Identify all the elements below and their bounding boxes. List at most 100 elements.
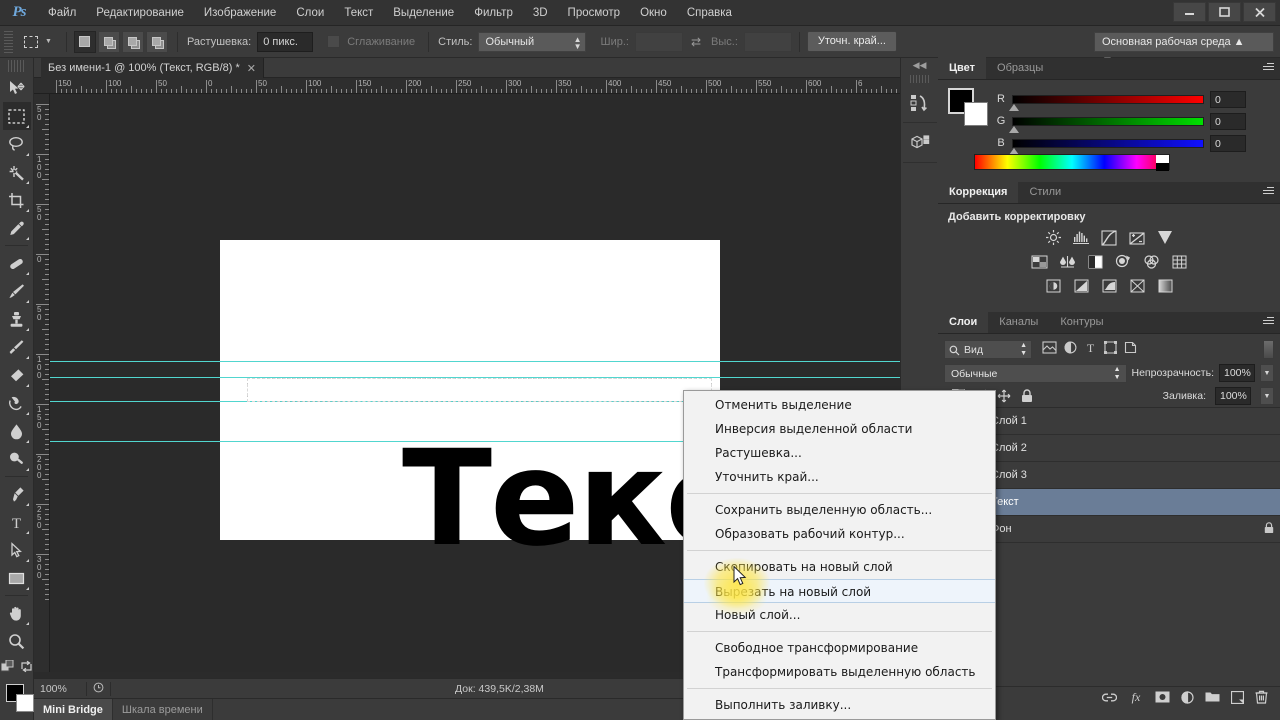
selective-color-icon[interactable]: [1127, 276, 1148, 295]
delete-layer-icon[interactable]: [1255, 690, 1268, 707]
guide-line[interactable]: [50, 361, 900, 362]
slider-thumb[interactable]: [1009, 126, 1019, 133]
curves-icon[interactable]: [1099, 228, 1120, 247]
magic-wand-tool[interactable]: [3, 158, 31, 186]
filter-toggle-switch[interactable]: [1263, 340, 1274, 359]
background-color-swatch[interactable]: [964, 102, 988, 126]
options-bar-grip[interactable]: [4, 31, 13, 53]
eyedropper-tool[interactable]: [3, 214, 31, 242]
channel-mixer-icon[interactable]: [1141, 252, 1162, 271]
tool-preset-chevron-down-icon[interactable]: ▼: [45, 38, 52, 45]
filter-pixel-icon[interactable]: [1042, 341, 1057, 357]
tab-Каналы[interactable]: Каналы: [988, 311, 1049, 333]
lasso-tool[interactable]: [3, 130, 31, 158]
close-button[interactable]: [1243, 2, 1276, 22]
context-menu-item[interactable]: Свободное трансформирование: [684, 636, 995, 660]
context-menu-item[interactable]: Новый слой...: [684, 603, 995, 627]
feather-input[interactable]: 0 пикс.: [257, 32, 313, 52]
context-menu-item[interactable]: Вырезать на новый слой: [684, 579, 995, 603]
hue-saturation-icon[interactable]: [1029, 252, 1050, 271]
rectangle-tool[interactable]: [3, 564, 31, 592]
context-menu-item[interactable]: Отменить выделение: [684, 393, 995, 417]
panel-menu-icon[interactable]: [1260, 317, 1274, 328]
dock-grip[interactable]: [910, 75, 929, 83]
expand-dock-button[interactable]: ◀◀: [901, 58, 938, 72]
brightness-contrast-icon[interactable]: [1043, 228, 1064, 247]
context-menu-item[interactable]: Образовать рабочий контур...: [684, 522, 995, 546]
context-menu-item[interactable]: Инверсия выделенной области: [684, 417, 995, 441]
color-slider-B[interactable]: B0: [996, 132, 1270, 154]
width-input[interactable]: [635, 32, 683, 52]
exposure-icon[interactable]: [1127, 228, 1148, 247]
color-slider-R[interactable]: R0: [996, 88, 1270, 110]
slider-thumb[interactable]: [1009, 104, 1019, 111]
menu-item-3[interactable]: Слои: [286, 0, 334, 26]
eraser-tool[interactable]: [3, 361, 31, 389]
antialias-checkbox[interactable]: [327, 35, 340, 48]
levels-icon[interactable]: [1071, 228, 1092, 247]
new-layer-icon[interactable]: [1231, 691, 1244, 707]
swap-dimensions-icon[interactable]: ⇄: [691, 35, 701, 49]
lock-all-icon[interactable]: [1020, 388, 1034, 404]
tab-Образцы[interactable]: Образцы: [986, 57, 1054, 79]
menu-item-5[interactable]: Выделение: [383, 0, 464, 26]
menu-item-7[interactable]: 3D: [523, 0, 558, 26]
tools-panel-grip[interactable]: [8, 60, 25, 72]
hand-tool[interactable]: [3, 599, 31, 627]
slider-value[interactable]: 0: [1210, 113, 1246, 130]
filter-shape-icon[interactable]: [1104, 341, 1117, 357]
color-balance-icon[interactable]: [1057, 252, 1078, 271]
dodge-tool[interactable]: [3, 445, 31, 473]
rectangular-marquee-tool[interactable]: [3, 102, 31, 130]
move-tool[interactable]: [3, 74, 31, 102]
selection-marquee[interactable]: [247, 378, 712, 402]
menu-item-1[interactable]: Редактирование: [86, 0, 194, 26]
tab-Цвет[interactable]: Цвет: [938, 57, 986, 79]
history-brush-tool[interactable]: [3, 333, 31, 361]
color-lookup-icon[interactable]: [1169, 252, 1190, 271]
slider-track[interactable]: [1012, 95, 1204, 104]
maximize-button[interactable]: [1208, 2, 1241, 22]
3d-panel-icon[interactable]: [903, 123, 937, 163]
style-select[interactable]: Обычный ▲▼: [478, 32, 586, 52]
context-menu-item[interactable]: Выполнить заливку...: [684, 693, 995, 717]
zoom-tool[interactable]: [3, 627, 31, 655]
white-black-picker[interactable]: [1156, 155, 1169, 171]
subtract-from-selection-button[interactable]: [122, 31, 144, 53]
current-tool-icon[interactable]: [18, 30, 44, 54]
new-selection-button[interactable]: [74, 31, 96, 53]
context-menu-item[interactable]: Скопировать на новый слой: [684, 555, 995, 579]
default-colors-icon[interactable]: [1, 660, 14, 676]
horizontal-ruler[interactable]: 1501005005010015020025030035040045050055…: [34, 78, 900, 94]
opacity-input[interactable]: 100%: [1219, 364, 1255, 382]
menu-item-0[interactable]: Файл: [38, 0, 86, 26]
bottom-tab-0[interactable]: Mini Bridge: [34, 699, 113, 720]
link-icon[interactable]: [1102, 692, 1117, 706]
menu-item-4[interactable]: Текст: [334, 0, 383, 26]
slider-track[interactable]: [1012, 117, 1204, 126]
context-menu-item[interactable]: Трансформировать выделенную область: [684, 660, 995, 684]
invert-icon[interactable]: [1043, 276, 1064, 295]
intersect-selection-button[interactable]: [146, 31, 168, 53]
threshold-icon[interactable]: [1099, 276, 1120, 295]
filter-type-icon[interactable]: T: [1084, 341, 1097, 357]
document-tab[interactable]: Без имени-1 @ 100% (Текст, RGB/8) * ✕: [41, 58, 264, 78]
menu-item-10[interactable]: Справка: [677, 0, 742, 26]
context-menu[interactable]: Отменить выделениеИнверсия выделенной об…: [683, 390, 996, 720]
slider-track[interactable]: [1012, 139, 1204, 148]
fill-stepper[interactable]: ▼: [1260, 387, 1274, 405]
crop-tool[interactable]: [3, 186, 31, 214]
layer-mask-icon[interactable]: [1155, 691, 1170, 706]
bottom-tab-1[interactable]: Шкала времени: [113, 699, 213, 720]
pen-tool[interactable]: [3, 480, 31, 508]
vertical-ruler[interactable]: 5010050050100150200250300: [34, 94, 50, 672]
clone-stamp-tool[interactable]: [3, 305, 31, 333]
black-white-icon[interactable]: [1085, 252, 1106, 271]
adjustment-layer-icon[interactable]: [1181, 691, 1194, 707]
path-selection-tool[interactable]: [3, 536, 31, 564]
swap-colors-icon[interactable]: [20, 660, 33, 676]
menu-item-6[interactable]: Фильтр: [464, 0, 523, 26]
healing-brush-tool[interactable]: [3, 249, 31, 277]
brush-tool[interactable]: [3, 277, 31, 305]
menu-item-8[interactable]: Просмотр: [558, 0, 631, 26]
